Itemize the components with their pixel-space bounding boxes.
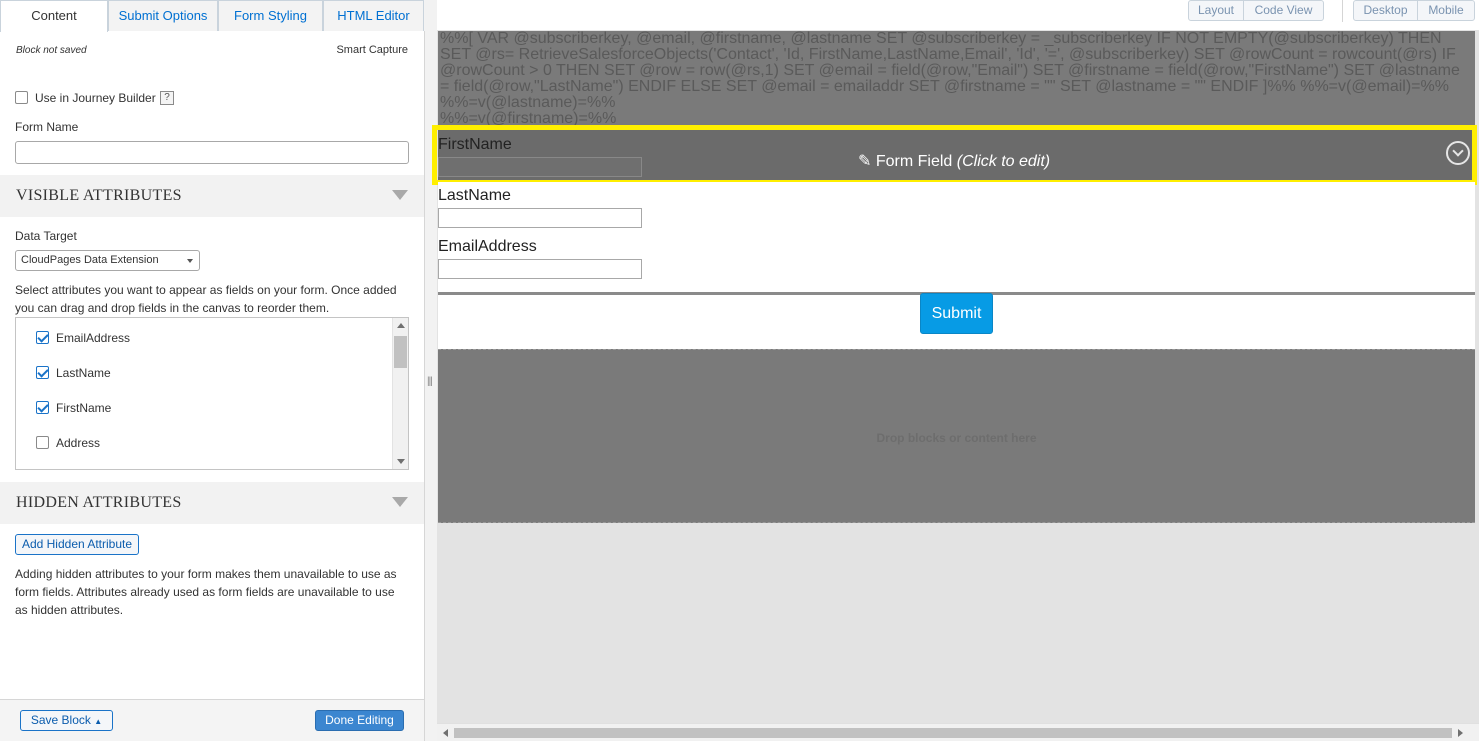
- form-name-input[interactable]: [15, 141, 409, 164]
- journey-builder-label: Use in Journey Builder: [35, 91, 156, 105]
- attributes-scrollbar[interactable]: [392, 318, 408, 469]
- chevron-down-icon: [187, 259, 193, 263]
- block-status: Block not saved: [16, 45, 87, 56]
- ampscript-code: %%[ VAR @subscriberkey, @email, @firstna…: [440, 31, 1460, 111]
- left-panel: Content Submit Options Form Styling HTML…: [0, 0, 425, 741]
- editor-tabs: Content Submit Options Form Styling HTML…: [0, 0, 425, 32]
- drop-zone[interactable]: Drop blocks or content here: [438, 349, 1475, 523]
- save-block-button[interactable]: Save Block ▲: [20, 710, 113, 731]
- hidden-attributes-description: Adding hidden attributes to your form ma…: [15, 567, 397, 617]
- panel-footer: Save Block ▲ Done Editing: [0, 699, 424, 741]
- field-label-emailaddress: EmailAddress: [438, 238, 537, 255]
- selection-highlight: [432, 125, 1477, 185]
- attribute-label: Address: [56, 436, 101, 450]
- toolbar-divider: [1342, 0, 1343, 22]
- tab-form-styling[interactable]: Form Styling: [218, 0, 323, 31]
- scroll-thumb[interactable]: [394, 336, 407, 368]
- visible-attributes-header[interactable]: VISIBLE ATTRIBUTES: [0, 175, 424, 217]
- panel-splitter[interactable]: |||: [425, 0, 437, 741]
- data-target-value: CloudPages Data Extension: [21, 254, 159, 266]
- scroll-up-icon[interactable]: [397, 323, 405, 328]
- add-hidden-attribute-button[interactable]: Add Hidden Attribute: [15, 534, 139, 555]
- attribute-label: EmailAddress: [56, 331, 131, 345]
- caret-up-icon: ▲: [94, 717, 103, 726]
- canvas-area: Layout Code View Desktop Mobile %%[ VAR …: [432, 0, 1479, 741]
- attribute-checkbox-emailaddress[interactable]: [36, 331, 49, 344]
- visible-attributes-description: Select attributes you want to appear as …: [15, 283, 397, 315]
- attribute-label: FirstName: [56, 401, 112, 415]
- form-name-label: Form Name: [15, 120, 79, 134]
- collapse-triangle-icon[interactable]: [392, 497, 408, 507]
- scroll-down-icon[interactable]: [397, 459, 405, 464]
- save-block-label: Save Block: [30, 713, 91, 727]
- view-toolbar: Layout Code View Desktop Mobile: [437, 0, 1479, 30]
- data-target-select[interactable]: CloudPages Data Extension: [15, 250, 200, 271]
- collapse-triangle-icon[interactable]: [392, 190, 408, 200]
- scroll-left-icon[interactable]: [443, 729, 448, 737]
- hidden-attributes-title: HIDDEN ATTRIBUTES: [16, 494, 182, 511]
- block-type: Smart Capture: [336, 44, 408, 56]
- drop-zone-text: Drop blocks or content here: [876, 431, 1037, 445]
- tab-submit-options[interactable]: Submit Options: [108, 0, 218, 31]
- submit-button[interactable]: Submit: [920, 293, 993, 334]
- emailaddress-input[interactable]: [438, 259, 642, 279]
- field-label-lastname: LastName: [438, 187, 511, 204]
- scroll-thumb[interactable]: [454, 728, 1452, 738]
- attributes-list[interactable]: EmailAddress LastName FirstName Address: [15, 317, 409, 470]
- form-fields-area: LastName EmailAddress: [438, 182, 1475, 292]
- attribute-label: LastName: [56, 366, 111, 380]
- attribute-checkbox-lastname[interactable]: [36, 366, 49, 379]
- tab-html-editor[interactable]: HTML Editor: [323, 0, 424, 31]
- data-target-label: Data Target: [15, 229, 77, 243]
- scroll-right-icon[interactable]: [1458, 729, 1463, 737]
- hidden-attributes-header[interactable]: HIDDEN ATTRIBUTES: [0, 482, 424, 524]
- visible-attributes-title: VISIBLE ATTRIBUTES: [16, 187, 182, 204]
- done-editing-button[interactable]: Done Editing: [315, 710, 404, 731]
- mobile-button[interactable]: Mobile: [1417, 0, 1475, 21]
- layout-button[interactable]: Layout: [1188, 0, 1244, 21]
- journey-builder-checkbox[interactable]: [15, 91, 28, 104]
- desktop-button[interactable]: Desktop: [1353, 0, 1418, 21]
- ampscript-block[interactable]: %%[ VAR @subscriberkey, @email, @firstna…: [438, 31, 1475, 127]
- horizontal-scrollbar[interactable]: [437, 723, 1479, 741]
- help-icon[interactable]: ?: [160, 91, 174, 105]
- submit-row: Submit: [438, 292, 1475, 349]
- attribute-checkbox-firstname[interactable]: [36, 401, 49, 414]
- code-view-button[interactable]: Code View: [1243, 0, 1324, 21]
- attribute-checkbox-address[interactable]: [36, 436, 49, 449]
- splitter-grip-icon[interactable]: |||: [427, 376, 433, 387]
- lastname-input[interactable]: [438, 208, 642, 228]
- tab-content[interactable]: Content: [0, 0, 108, 32]
